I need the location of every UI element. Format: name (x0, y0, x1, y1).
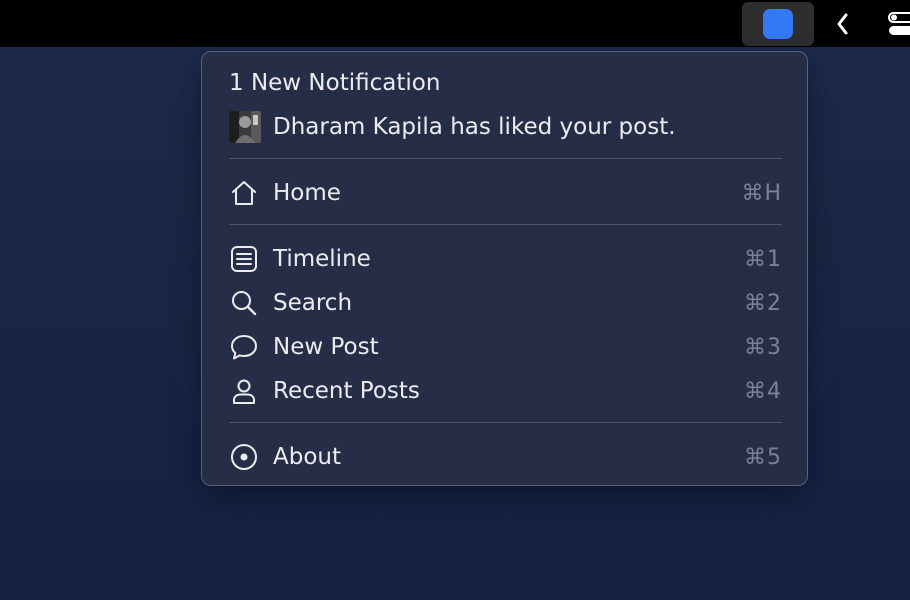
keyboard-shortcut: ⌘H (741, 180, 782, 206)
menu-item-recent-posts[interactable]: Recent Posts ⌘4 (229, 371, 782, 411)
menu-item-search[interactable]: Search ⌘2 (229, 283, 782, 323)
menu-item-new-post[interactable]: New Post ⌘3 (229, 327, 782, 367)
avatar (229, 111, 261, 143)
home-icon (229, 178, 259, 208)
status-menu: 1 New Notification Dharam Kapila has lik… (201, 51, 808, 486)
keyboard-shortcut: ⌘3 (744, 334, 782, 360)
menu-item-home[interactable]: Home ⌘H (229, 173, 782, 213)
menu-item-about[interactable]: About ⌘5 (229, 437, 782, 477)
separator (229, 158, 782, 159)
menu-bar (0, 0, 910, 47)
notification-header: 1 New Notification (229, 70, 441, 96)
menu-item-label: Search (273, 290, 353, 316)
about-icon (229, 442, 259, 472)
keyboard-shortcut: ⌘1 (744, 246, 782, 272)
app-menu-extra-button[interactable] (742, 2, 814, 46)
keyboard-shortcut: ⌘4 (744, 378, 782, 404)
search-icon (229, 288, 259, 318)
menu-item-label: About (273, 444, 342, 470)
timeline-icon (229, 244, 259, 274)
keyboard-shortcut: ⌘2 (744, 290, 782, 316)
chevron-left-icon[interactable] (834, 12, 852, 36)
notification-text: Dharam Kapila has liked your post. (273, 114, 676, 140)
control-center-icon[interactable] (888, 11, 910, 37)
notification-item[interactable]: Dharam Kapila has liked your post. (229, 110, 676, 144)
keyboard-shortcut: ⌘5 (744, 444, 782, 470)
menu-item-label: New Post (273, 334, 379, 360)
menu-item-timeline[interactable]: Timeline ⌘1 (229, 239, 782, 279)
speech-bubble-icon (229, 332, 259, 362)
person-icon (229, 376, 259, 406)
menu-item-label: Recent Posts (273, 378, 420, 404)
separator (229, 422, 782, 423)
app-icon (763, 9, 793, 39)
separator (229, 224, 782, 225)
menu-item-label: Home (273, 180, 341, 206)
menu-item-label: Timeline (273, 246, 371, 272)
